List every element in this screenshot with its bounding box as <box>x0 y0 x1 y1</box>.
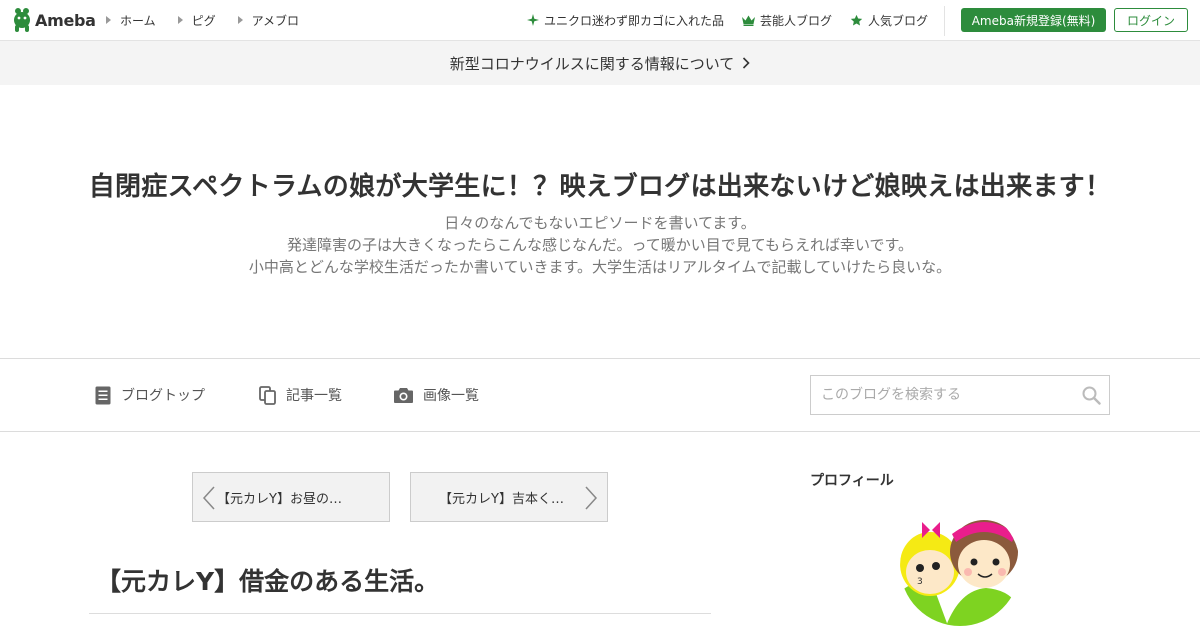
sparkle-icon <box>526 14 539 26</box>
nav-celebrity-blog-label: 芸能人ブログ <box>759 13 832 28</box>
register-button[interactable]: Ameba新規登録(無料) <box>961 8 1106 32</box>
image-list-label: 画像一覧 <box>423 388 479 404</box>
entry-list-label: 記事一覧 <box>286 388 342 404</box>
login-button[interactable]: ログイン <box>1114 8 1188 32</box>
nav-pigg-link[interactable]: ピグ <box>177 12 216 29</box>
nav-ameblo-link[interactable]: アメブロ <box>237 12 300 29</box>
blog-description-line: 日々のなんでもないエピソードを書いてます。 <box>444 214 756 232</box>
prev-entry-label: 【元カレY】お昼の… <box>217 491 342 507</box>
caret-right-icon <box>177 16 183 24</box>
entry-list-link[interactable]: 記事一覧 <box>259 359 342 431</box>
logo-text: Ameba <box>35 10 96 30</box>
nav-pigg-label: ピグ <box>191 13 216 28</box>
star-icon <box>850 14 863 26</box>
header-divider <box>944 6 945 36</box>
profile-heading: プロフィール <box>810 473 894 489</box>
global-header: Ameba ホーム ピグ アメブロ ユニクロ迷わず即カゴに入れた品 芸能人ブログ… <box>0 0 1200 41</box>
nav-uniqlo-link[interactable]: ユニクロ迷わず即カゴに入れた品 <box>526 12 724 29</box>
blog-search-input[interactable] <box>811 376 1076 414</box>
document-icon <box>95 386 111 404</box>
nav-home-label: ホーム <box>120 13 156 28</box>
nav-popular-blog-link[interactable]: 人気ブログ <box>850 12 928 29</box>
nav-uniqlo-label: ユニクロ迷わず即カゴに入れた品 <box>543 13 724 28</box>
avatar-illustration: 3 <box>900 506 1020 626</box>
search-icon[interactable] <box>1082 386 1101 405</box>
notice-text: 新型コロナウイルスに関する情報について <box>449 54 735 73</box>
blog-description-line: 発達障害の子は大きくなったらこんな感じなんだ。って暖かい目で見てもらえれば幸いで… <box>286 236 914 254</box>
nav-ameblo-label: アメブロ <box>251 13 300 28</box>
nav-home-link[interactable]: ホーム <box>106 12 156 29</box>
blog-search-box <box>810 375 1110 415</box>
chevron-right-icon <box>743 57 750 69</box>
nav-celebrity-blog-link[interactable]: 芸能人ブログ <box>741 12 832 29</box>
copy-icon <box>259 385 276 405</box>
next-entry-button[interactable]: 【元カレY】吉本く… <box>410 472 608 522</box>
blog-description-line: 小中高とどんな学校生活だったか書いていきます。大学生活はリアルタイムで記載してい… <box>248 258 952 276</box>
svg-text:3: 3 <box>917 577 923 587</box>
blog-top-label: ブログトップ <box>121 388 205 404</box>
ameba-logo-icon <box>14 8 30 32</box>
nav-popular-blog-label: 人気ブログ <box>867 13 928 28</box>
blog-top-link[interactable]: ブログトップ <box>95 359 205 431</box>
chevron-left-icon <box>202 486 215 510</box>
blog-nav: ブログトップ 記事一覧 画像一覧 <box>0 358 1200 432</box>
global-nav-left: ホーム ピグ アメブロ <box>106 0 321 40</box>
image-list-link[interactable]: 画像一覧 <box>394 359 479 431</box>
article-title-divider <box>89 613 711 614</box>
covid-notice-link[interactable]: 新型コロナウイルスに関する情報について <box>0 41 1200 85</box>
crown-icon <box>741 15 755 26</box>
next-entry-label: 【元カレY】吉本く… <box>439 491 564 507</box>
article-title[interactable]: 【元カレY】借金のある生活。 <box>96 562 439 598</box>
prev-entry-button[interactable]: 【元カレY】お昼の… <box>192 472 390 522</box>
blog-title[interactable]: 自閉症スペクトラムの娘が大学生に！？映えブログは出来ないけど娘映えは出来ます！ <box>0 166 1200 203</box>
caret-right-icon <box>237 16 243 24</box>
blog-description: 日々のなんでもないエピソードを書いてます。 発達障害の子は大きくなったらこんな感… <box>0 212 1200 278</box>
ameba-logo[interactable]: Ameba <box>12 7 96 33</box>
caret-right-icon <box>106 16 111 24</box>
camera-icon <box>394 388 413 403</box>
chevron-right-icon <box>585 486 598 510</box>
profile-avatar[interactable]: 3 <box>900 506 1020 626</box>
global-nav-right: ユニクロ迷わず即カゴに入れた品 芸能人ブログ 人気ブログ <box>509 0 928 40</box>
